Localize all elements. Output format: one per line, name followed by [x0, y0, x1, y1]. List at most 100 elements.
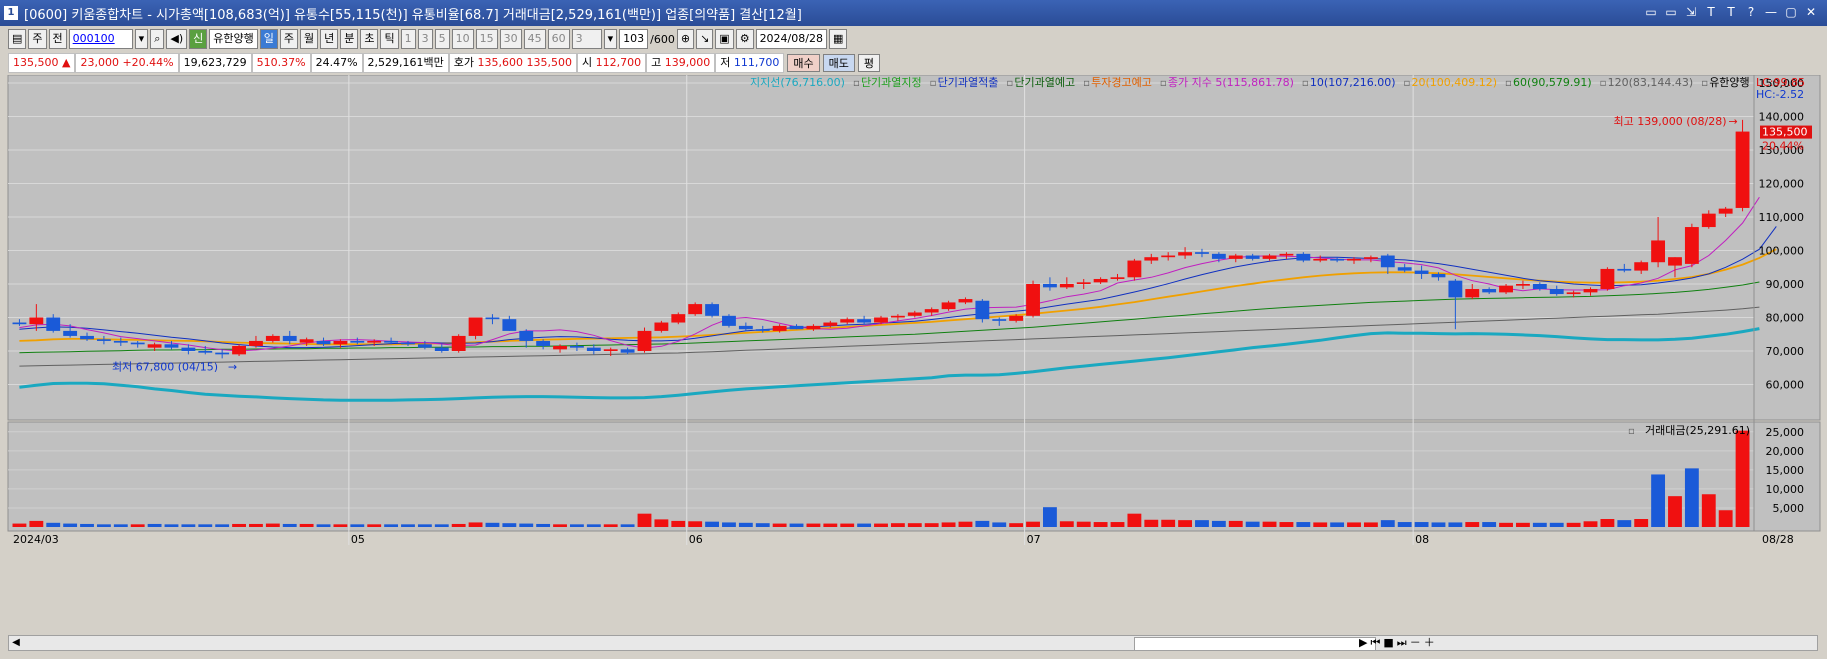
- x-tick-label: 08: [1415, 533, 1429, 546]
- legend-item[interactable]: 지지선(76,716.00): [750, 76, 845, 89]
- stop-icon[interactable]: ■: [1383, 636, 1393, 650]
- help-icon[interactable]: ?: [1743, 4, 1759, 20]
- legend-item[interactable]: 투자경고예고: [1091, 76, 1152, 89]
- count-input[interactable]: 103: [619, 29, 649, 49]
- price-chart[interactable]: 지지선(76,716.00) ▫ 단기과열지정 ▫ 단기과열적출 ▫ 단기과열예고 ▫ 투자경고…: [0, 75, 1827, 635]
- eval-button[interactable]: 평: [857, 54, 881, 72]
- period-minute-tab[interactable]: 분: [340, 29, 359, 49]
- search-icon[interactable]: ⌕: [150, 29, 165, 49]
- calendar-icon[interactable]: ▦: [828, 29, 848, 49]
- candle-body: [12, 322, 27, 325]
- market-select[interactable]: 주: [28, 29, 47, 49]
- legend-marker: ▫: [1160, 78, 1167, 89]
- scroll-left-icon[interactable]: ◀: [9, 636, 23, 650]
- period-year-tab[interactable]: 년: [320, 29, 339, 49]
- zoom-out-icon[interactable]: －: [1410, 636, 1421, 650]
- scope-select[interactable]: 전: [48, 29, 67, 49]
- zoom-icon[interactable]: ⊕: [676, 29, 695, 49]
- trend-icon[interactable]: ↘: [696, 29, 714, 49]
- price-change: 23,000 +20.44%: [75, 53, 179, 73]
- volume-bar: [874, 523, 888, 527]
- horizontal-scrollbar[interactable]: ◀ ▶ ⏮ ■ ⏭ － ＋: [8, 635, 1818, 651]
- interval-60[interactable]: 60: [547, 29, 570, 49]
- volume-bar: [215, 524, 230, 527]
- interval-15[interactable]: 15: [475, 29, 498, 49]
- candle-body: [1313, 258, 1328, 261]
- candle-body: [1532, 284, 1547, 290]
- candle-body: [147, 344, 162, 348]
- play-icon[interactable]: ▶: [1359, 636, 1367, 650]
- legend-item[interactable]: 종가 지수 5(115,861.78): [1168, 76, 1294, 89]
- interval-3[interactable]: 3: [417, 29, 433, 49]
- vol-tick-label: 25,000: [1766, 426, 1805, 439]
- legend-item[interactable]: 단기과열적출: [938, 76, 999, 89]
- forward-icon[interactable]: ⏭: [1397, 636, 1407, 650]
- volume-bar: [1414, 522, 1429, 527]
- volume-panel: [7, 421, 1821, 532]
- legend-item[interactable]: 10(107,216.00): [1310, 76, 1396, 89]
- legend-marker: ▫: [1302, 78, 1309, 89]
- date-input[interactable]: 2024/08/28: [755, 29, 827, 49]
- stock-code-input[interactable]: 000100: [68, 29, 133, 49]
- candle-body: [1482, 289, 1497, 293]
- minimize-button[interactable]: —: [1763, 4, 1779, 20]
- zoom-in-icon[interactable]: ＋: [1424, 636, 1435, 650]
- interval-10[interactable]: 10: [451, 29, 474, 49]
- text-icon[interactable]: T: [1703, 4, 1719, 20]
- interval-45[interactable]: 45: [523, 29, 546, 49]
- interval-30[interactable]: 30: [499, 29, 522, 49]
- x-tick-label: 05: [351, 533, 365, 546]
- legend-item[interactable]: 60(90,579.91): [1513, 76, 1592, 89]
- candle-body: [840, 319, 855, 323]
- candle-body: [586, 347, 601, 351]
- volume-bar: [907, 523, 922, 527]
- candle-body: [1634, 262, 1649, 271]
- sell-button[interactable]: 매도: [822, 54, 855, 72]
- candle-body: [1347, 258, 1361, 261]
- volume-bar: [1043, 507, 1057, 527]
- candle-body: [249, 340, 263, 346]
- interval-5[interactable]: 5: [434, 29, 450, 49]
- volume-bar: [1161, 519, 1176, 527]
- candle-body: [1448, 280, 1463, 298]
- legend-item[interactable]: 유한양행: [1709, 76, 1749, 89]
- tile-icon[interactable]: ▭: [1663, 4, 1679, 20]
- speaker-icon[interactable]: ◀): [166, 29, 188, 49]
- buy-button[interactable]: 매수: [787, 54, 820, 72]
- period-second-tab[interactable]: 초: [360, 29, 379, 49]
- volume-bar: [1026, 521, 1040, 527]
- period-day-tab[interactable]: 일: [259, 29, 278, 49]
- candle-body: [1668, 257, 1682, 266]
- candle-body: [215, 352, 230, 355]
- close-button[interactable]: ✕: [1803, 4, 1819, 20]
- candle-body: [1684, 227, 1699, 264]
- legend-item[interactable]: 단기과열예고: [1014, 76, 1075, 89]
- interval-1[interactable]: 1: [400, 29, 416, 49]
- chart-type-icon[interactable]: ▤: [8, 29, 27, 49]
- layout-icon[interactable]: ▭: [1643, 4, 1659, 20]
- period-month-tab[interactable]: 월: [299, 29, 319, 49]
- gear-icon[interactable]: ⚙: [735, 29, 754, 49]
- link-icon[interactable]: ⇲: [1683, 4, 1699, 20]
- candle-body: [688, 304, 703, 315]
- maximize-button[interactable]: ▢: [1783, 4, 1799, 20]
- date-axis: 2024/03 05 06 07 08 08/28: [13, 533, 1794, 546]
- volume-bar: [1668, 496, 1682, 527]
- save-icon[interactable]: ▣: [715, 29, 734, 49]
- candle-body: [80, 335, 94, 340]
- chevron-down-icon[interactable]: ▾: [603, 29, 618, 49]
- interval-custom-select[interactable]: 3: [571, 29, 602, 49]
- period-tick-tab[interactable]: 틱: [380, 29, 399, 49]
- candle-body: [1718, 208, 1733, 214]
- period-week-tab[interactable]: 주: [279, 29, 298, 49]
- legend-item[interactable]: 120(83,144.43): [1608, 76, 1694, 89]
- volume-bar: [1093, 522, 1108, 527]
- volume-bar: [1499, 522, 1513, 527]
- scroll-thumb[interactable]: [1134, 637, 1376, 651]
- rewind-icon[interactable]: ⏮: [1370, 636, 1380, 650]
- legend-item[interactable]: 단기과열지정: [861, 76, 922, 89]
- legend-item[interactable]: 20(100,409.12): [1411, 76, 1497, 89]
- chevron-down-icon[interactable]: ▾: [134, 29, 149, 49]
- pin-icon[interactable]: T: [1723, 4, 1739, 20]
- volume-bar: [1701, 494, 1716, 527]
